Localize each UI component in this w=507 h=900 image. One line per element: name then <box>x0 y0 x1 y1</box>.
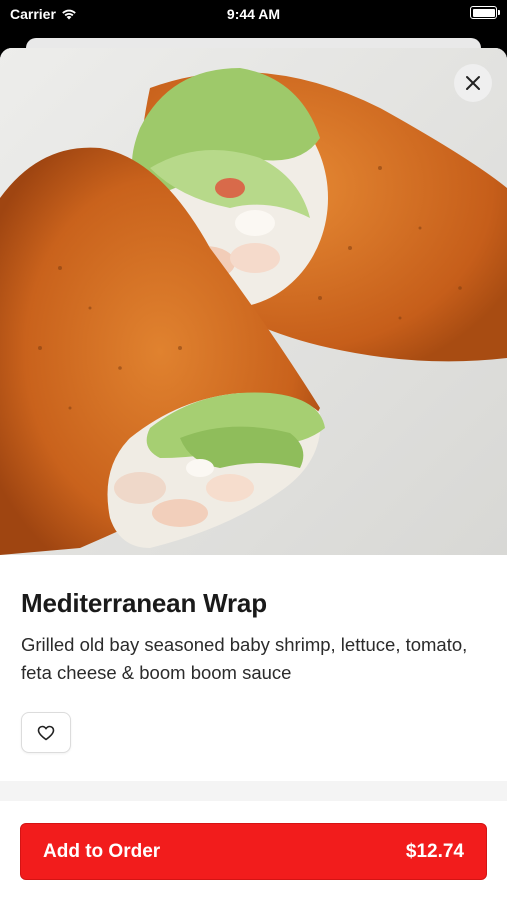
close-button[interactable] <box>454 64 492 102</box>
status-right <box>470 6 500 19</box>
close-icon <box>466 76 480 90</box>
item-description: Grilled old bay seasoned baby shrimp, le… <box>21 634 468 683</box>
price-label: $12.74 <box>405 840 464 862</box>
section-divider <box>0 781 507 801</box>
battery-icon <box>470 6 500 19</box>
add-to-order-button[interactable]: Add to Order $12.74 <box>20 823 487 880</box>
heart-icon <box>37 725 55 740</box>
favorite-button[interactable] <box>21 712 71 753</box>
item-detail-sheet: Mediterranean Wrap Grilled old bay seaso… <box>0 48 507 900</box>
wrap-photo-illustration <box>0 48 507 555</box>
item-title: Mediterranean Wrap <box>21 588 267 618</box>
add-to-order-label: Add to Order <box>43 840 161 862</box>
item-photo <box>0 48 507 555</box>
status-bar: Carrier 9:44 AM <box>0 0 507 30</box>
status-time: 9:44 AM <box>226 6 281 22</box>
